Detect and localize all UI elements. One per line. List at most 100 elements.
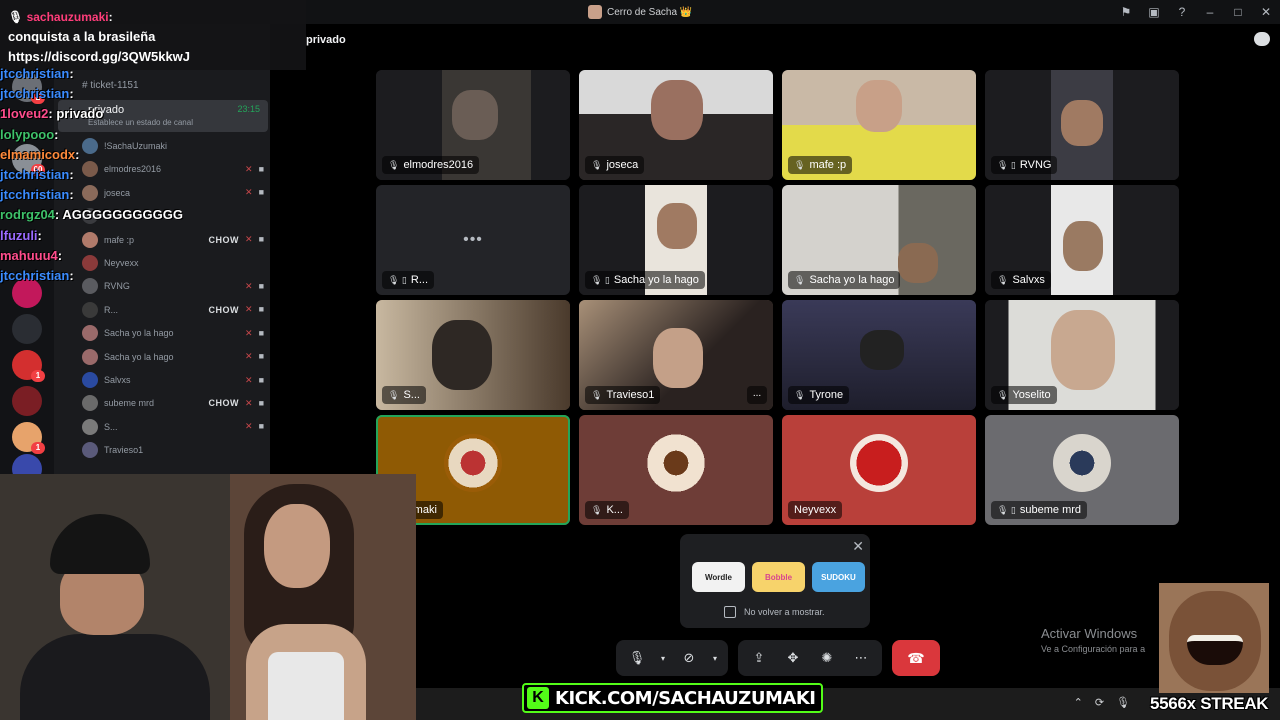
server-icon[interactable] <box>12 314 42 344</box>
maximize-button[interactable]: □ <box>1224 0 1252 24</box>
member-name: R... <box>104 304 119 315</box>
participant-face <box>1051 310 1115 390</box>
voice-member[interactable]: Salvxs ✕ ■ <box>82 370 264 390</box>
server-icon[interactable]: 1 <box>12 422 45 454</box>
voice-member[interactable]: S... ✕ ■ <box>82 417 264 437</box>
screen-share-icon[interactable]: ⇪ <box>744 643 774 673</box>
chat-icon[interactable] <box>1254 32 1270 46</box>
video-tile[interactable]: 🎙 ▯ RVNG <box>985 70 1179 180</box>
microphone-tray-icon[interactable]: 🎙 <box>1116 696 1130 709</box>
chat-username: jtcchristian <box>0 66 70 81</box>
mic-icon: 🎙 <box>591 159 603 170</box>
activity-wordle[interactable]: Wordle <box>692 562 745 592</box>
participant-name: subeme mrd <box>1019 504 1082 516</box>
dont-show-again[interactable]: No volver a mostrar. <box>724 606 825 618</box>
mic-muted-icon: ✕ <box>245 327 253 338</box>
system-tray: ⌃ ⟳ 🎙 <box>1074 696 1130 709</box>
minimize-button[interactable]: – <box>1196 0 1224 24</box>
mic-muted-icon: ✕ <box>245 351 253 362</box>
stream-chat-message: jtcchristian: <box>0 66 74 81</box>
voice-member[interactable]: !SachaUzumaki <box>82 136 264 156</box>
participant-name: Yoselito <box>1012 389 1051 401</box>
member-name: Neyvexx <box>104 258 139 268</box>
video-tile[interactable]: ••• 🎙 ▯ R... <box>376 185 570 295</box>
video-tile[interactable]: 🎙 ▯ subeme mrd <box>985 415 1179 525</box>
participant-name: S... <box>403 389 420 401</box>
voice-member[interactable]: subeme mrd CHOW ✕ ■ <box>82 393 264 413</box>
voice-member[interactable]: joseca ✕ ■ <box>82 183 264 203</box>
close-button[interactable]: ✕ <box>1252 0 1280 24</box>
member-status-icons: ✕ ■ <box>245 234 264 245</box>
video-tile[interactable]: 🎙 joseca <box>579 70 773 180</box>
chevron-up-icon[interactable]: ⌃ <box>1074 696 1083 709</box>
sync-icon[interactable]: ⟳ <box>1095 696 1104 709</box>
tile-more-button[interactable]: ... <box>747 386 767 404</box>
voice-member[interactable]: Neyvexx <box>82 253 264 273</box>
participant-label: 🎙 ▯ subeme mrd <box>991 501 1088 519</box>
participant-label: 🎙 Travieso1 <box>585 386 661 404</box>
help-icon[interactable]: ? <box>1168 0 1196 24</box>
channel-ticket[interactable]: # ticket-1151 <box>82 80 139 91</box>
video-tile[interactable]: 🎙 mafe :p <box>782 70 976 180</box>
member-status-icons: ✕ ■ <box>245 421 264 432</box>
activity-sudoku[interactable]: SUDOKU <box>812 562 865 592</box>
participant-label: 🎙 elmodres2016 <box>382 156 480 174</box>
member-status-icons: ✕ ■ <box>245 398 264 409</box>
person-top <box>268 652 344 720</box>
stream-chat-message: jtcchristian: <box>0 187 74 202</box>
camera-icon: ■ <box>258 304 264 315</box>
chat-username: mahuuu4 <box>0 247 58 263</box>
mic-icon: 🎙 <box>388 389 400 400</box>
video-tile[interactable]: 🎙 Yoselito <box>985 300 1179 410</box>
avatar <box>82 255 98 271</box>
voice-member[interactable]: Sacha yo la hago ✕ ■ <box>82 323 264 343</box>
soundboard-icon[interactable]: ✺ <box>812 643 842 673</box>
chevron-down-icon[interactable]: ▾ <box>708 643 722 673</box>
participant-label: 🎙 Yoselito <box>991 386 1057 404</box>
video-tile[interactable]: 🎙 ▯ Sacha yo la hago <box>579 185 773 295</box>
video-tile[interactable]: 🎙 Sacha yo la hago <box>782 185 976 295</box>
chat-text: : AGGGGGGGGGGG <box>54 207 183 223</box>
member-name: S... <box>104 421 118 432</box>
video-tile[interactable]: 🎙 elmodres2016 <box>376 70 570 180</box>
more-options-icon[interactable]: ⋯ <box>846 643 876 673</box>
participant-label: 🎙 ▯ Sacha yo la hago <box>585 271 705 289</box>
camera-icon: ■ <box>258 234 264 245</box>
activities-icon[interactable]: ✥ <box>778 643 808 673</box>
voice-member[interactable]: RVNG ✕ ■ <box>82 276 264 296</box>
video-tile[interactable]: 🎙 Tyrone <box>782 300 976 410</box>
close-icon[interactable]: ✕ <box>852 538 864 555</box>
voice-member[interactable]: Sacha yo la hago ✕ ■ <box>82 347 264 367</box>
pinned-message-line2: https://discord.gg/3QW5kkwJ <box>8 49 191 64</box>
video-tile[interactable]: 🎙 Salvxs <box>985 185 1179 295</box>
chat-text: : privado <box>48 106 104 122</box>
mic-icon: 🎙 <box>8 10 27 24</box>
video-tile[interactable]: 🎙 S... <box>376 300 570 410</box>
voice-member[interactable]: elmodres2016 ✕ ■ <box>82 159 264 179</box>
voice-member[interactable]: mafe :p CHOW ✕ ■ <box>82 230 264 250</box>
stream-chat-message: jtcchristian: <box>0 268 74 283</box>
server-icon[interactable] <box>12 386 42 416</box>
activation-subtitle: Ve a Configuración para a <box>1041 644 1146 654</box>
disconnect-button[interactable]: ☎ <box>892 640 940 676</box>
video-tile[interactable]: 🎙 Travieso1... <box>579 300 773 410</box>
checkbox[interactable] <box>724 606 736 618</box>
chevron-down-icon[interactable]: ▾ <box>656 643 670 673</box>
pinned-message-line1: conquista a la brasileña <box>8 29 156 44</box>
server-icon[interactable]: 1 <box>12 350 45 382</box>
video-tile[interactable]: 🎙 K... <box>579 415 773 525</box>
activity-bobble[interactable]: Bobble <box>752 562 805 592</box>
voice-member[interactable]: Travieso1 <box>82 440 264 460</box>
participant-label: 🎙 joseca <box>585 156 645 174</box>
participant-label: 🎙 K... <box>585 501 629 519</box>
stream-chat-message: lolypooo: <box>0 127 59 142</box>
voice-member[interactable]: R... CHOW ✕ ■ <box>82 300 264 320</box>
participant-avatar <box>1053 434 1111 493</box>
camera-off-icon[interactable]: ⊘ <box>674 643 704 673</box>
video-tile[interactable]: Neyvexx <box>782 415 976 525</box>
microphone-icon[interactable]: 🎙 <box>622 643 652 673</box>
screen-share-icon[interactable]: ▣ <box>1140 0 1168 24</box>
activity-list: Wordle Bobble SUDOKU <box>692 562 865 592</box>
flag-icon[interactable]: ⚑ <box>1112 0 1140 24</box>
channel-status[interactable]: Establece un estado de canal <box>88 118 193 127</box>
